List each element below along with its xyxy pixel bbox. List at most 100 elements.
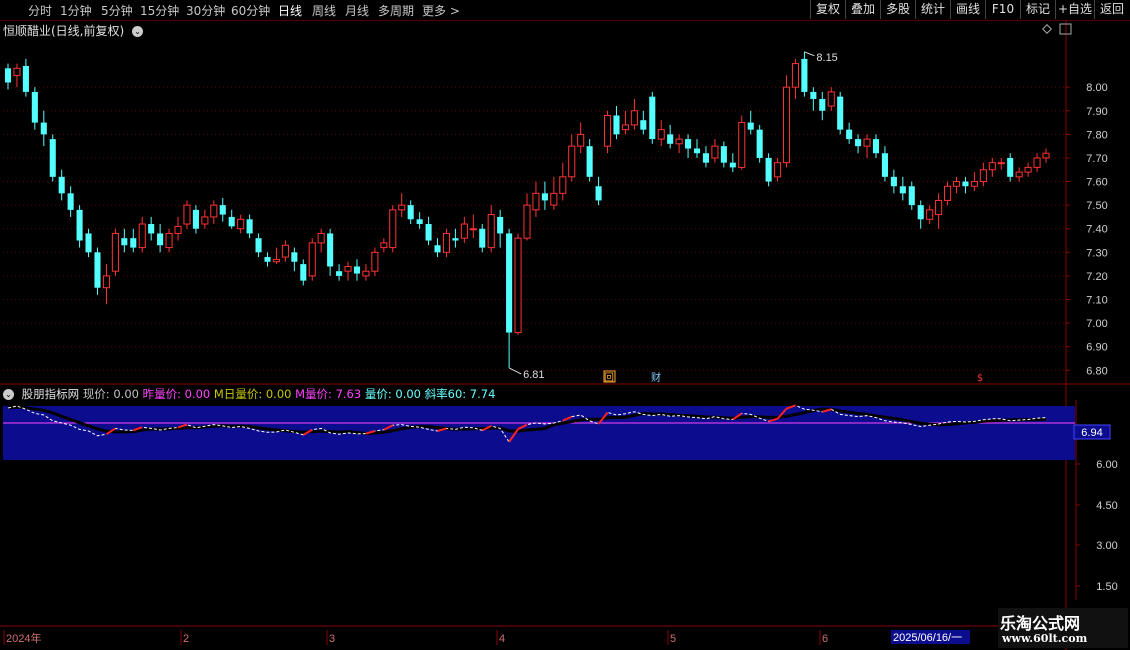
price-tick-label: 7.10 [1086,295,1107,307]
candle-body-down [434,245,441,253]
time-label: 5 [670,633,676,645]
candle-body-up [281,244,289,258]
time-label: 2 [183,633,189,645]
candle-body-up [791,63,799,88]
candle-body-down [1007,157,1014,177]
candle-body-up [344,265,352,272]
candle-body-down [219,205,226,215]
candle-body-up [577,133,585,147]
candle-body-up [863,138,871,147]
diamond-icon [1042,24,1052,34]
candle-body-up [926,209,934,220]
candle-body-up [308,242,316,277]
candle-body-down [192,209,199,229]
indicator-item: 斜率60: 7.74 [420,387,496,401]
candle-body-down [31,91,38,123]
candle-body-down [130,238,137,248]
candle-body-down [4,68,12,83]
indicator-tick-label: 6.00 [1096,459,1117,471]
event-marker: $ [977,373,983,384]
candle-body-down [881,153,888,177]
price-tick-label: 7.00 [1086,318,1107,330]
candle-body-down [747,122,754,130]
indicator-tick-label: 3.00 [1096,540,1117,552]
candle-body-down [595,186,602,201]
candle-body-down [693,148,701,154]
candle-body-up [603,114,612,147]
candle-body-up [13,67,21,76]
watermark-url: www.60lt.com [1002,632,1088,645]
indicator-item: 量价: 0.00 [361,387,421,401]
candle-body-up [827,91,835,107]
candle-body-up [1015,171,1023,178]
candle-body-down [908,186,915,206]
candle-body-down [810,91,817,99]
candle-body-down [452,238,459,241]
price-grid [0,20,1130,650]
candle-body-up [183,204,191,225]
candle-body-down [67,193,74,210]
candle-body-up [174,225,182,234]
price-tick-label: 7.50 [1086,200,1107,212]
price-tick-label: 7.90 [1086,106,1107,118]
price-tick-label: 7.70 [1086,153,1107,165]
candle-body-down [40,122,47,135]
candle-body-down [425,224,432,241]
candle-body-down [416,219,423,225]
event-marker: 回 [604,372,614,384]
indicator-panel: 6.00 4.50 3.00 1.50 6.94 [3,404,1118,593]
candle-body-down [22,65,29,92]
candle-body-down [85,233,92,253]
candle-body-down [407,205,414,220]
price-tick-label: 7.30 [1086,247,1107,259]
price-tick-label: 6.80 [1086,365,1107,377]
candle-body-up [487,214,495,249]
candle-body-down [899,186,906,194]
candle-body-up [469,228,477,231]
candle-body-up [398,204,406,211]
current-date-label: 2025/06/16/一 [893,632,962,644]
candle-body-down [640,120,647,130]
candle-body-up [774,162,782,178]
candle-body-up [111,232,119,272]
candle-body-down [846,129,853,140]
candle-body-down [855,139,862,147]
candle-body-down [157,233,164,246]
candle-body-up [102,275,110,289]
candle-body-down [353,266,361,274]
candle-body-down [685,139,692,149]
candle-body-down [962,181,969,187]
candle-body-up [514,237,522,334]
indicator-item: M日量价: 0.00 [210,387,292,401]
candle-body-down [756,129,763,158]
candle-body-down [765,157,772,182]
candle-body-up [380,242,388,249]
high-label: 8.15 [816,52,837,64]
candle-body-down [479,228,486,248]
candle-body-up [138,223,146,249]
candle-body-down [917,205,924,220]
candle-body-up [997,162,1005,165]
candle-body-up [630,110,638,126]
candle-body-up [988,162,996,171]
high-pointer [804,51,815,57]
price-tick-label: 7.60 [1086,177,1107,189]
candle-body-up [782,86,791,164]
candle-body-up [272,258,280,263]
candle-body-down [255,238,262,253]
candle-body-down [702,153,710,163]
candle-body-down [667,134,674,144]
candle-body-down [801,58,808,92]
indicator-tick-label: 1.50 [1096,581,1117,593]
candle-body-up [675,138,683,145]
candle-body-up [165,232,173,249]
candle-body-down [497,216,504,234]
indicator-item: M量价: 7.63 [291,387,362,401]
time-label: 2024年 [6,631,41,645]
watermark-title: 乐淘公式网 [1000,614,1081,633]
candle-body-down [49,139,56,177]
candle-body-down [300,264,307,281]
candle-body-up [389,209,397,249]
chevron-down-icon[interactable]: ⌄ [3,389,14,400]
time-axis: 2024年 2 3 4 5 6 2025/06/16/一 [3,630,970,645]
